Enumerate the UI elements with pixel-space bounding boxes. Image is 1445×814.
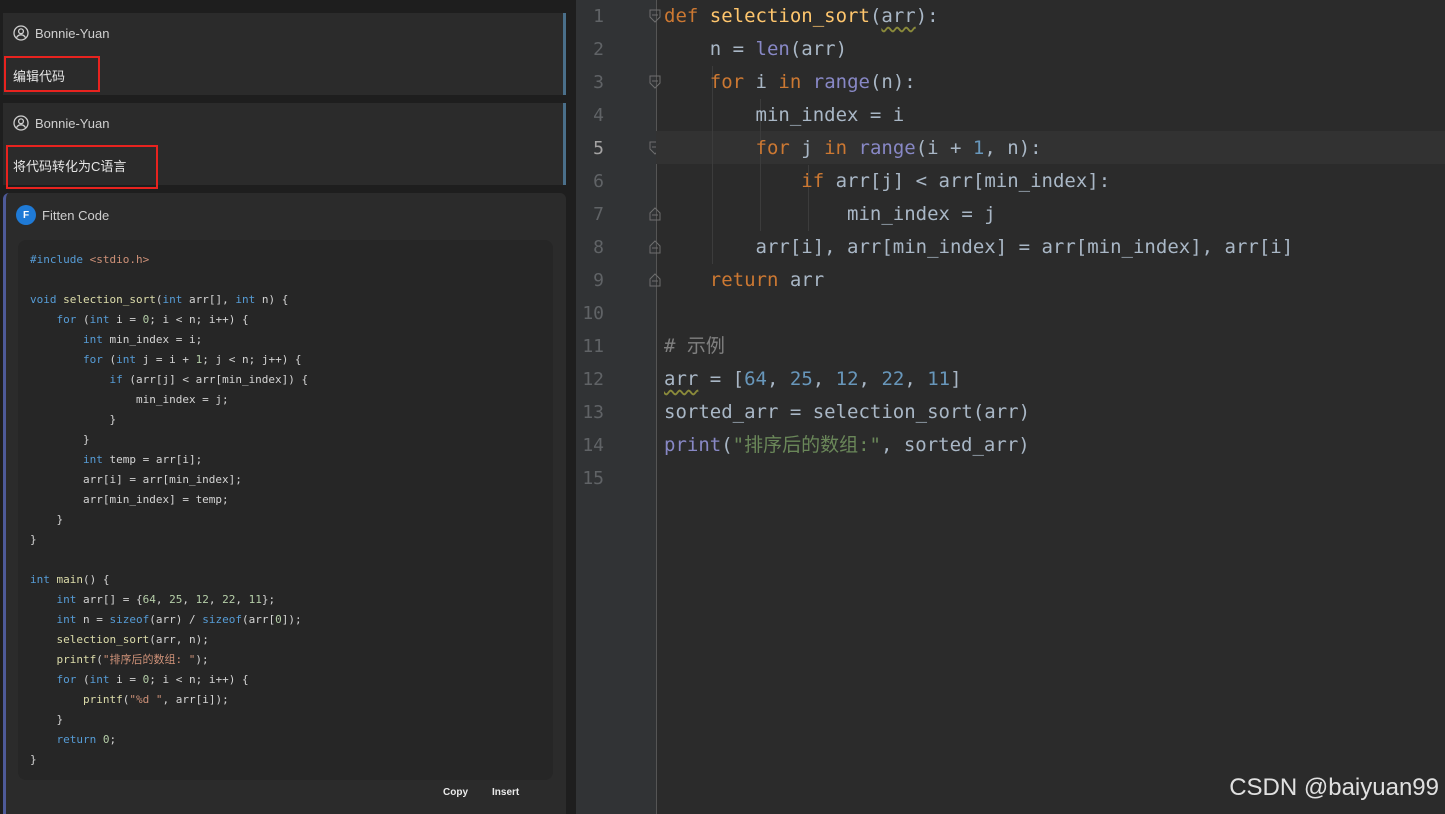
line-number: 10 bbox=[582, 303, 604, 324]
user-avatar-icon bbox=[13, 25, 29, 41]
message-author: Bonnie-Yuan bbox=[13, 115, 109, 131]
fold-close-icon[interactable] bbox=[648, 240, 662, 254]
code-line: int main() { bbox=[30, 573, 110, 586]
line-number: 7 bbox=[593, 204, 604, 225]
line-number: 9 bbox=[593, 270, 604, 291]
code-line: int n = sizeof(arr) / sizeof(arr[0]); bbox=[56, 613, 302, 626]
fitten-logo-icon: F bbox=[16, 205, 36, 225]
editor-line[interactable]: def selection_sort(arr): bbox=[664, 0, 939, 33]
fold-close-icon[interactable] bbox=[648, 273, 662, 287]
editor-line[interactable]: min_index = i bbox=[664, 99, 905, 132]
message-author: Bonnie-Yuan bbox=[13, 25, 109, 41]
code-line: int temp = arr[i]; bbox=[82, 453, 203, 466]
line-number: 2 bbox=[593, 39, 604, 60]
watermark: CSDN @baiyuan99 bbox=[1229, 774, 1439, 801]
chat-panel: Bonnie-Yuan 编辑代码 Bonnie-Yuan 将代码转化为C语言 F… bbox=[0, 0, 576, 814]
copy-button[interactable]: Copy bbox=[437, 785, 474, 800]
code-line: void selection_sort(int arr[], int n) { bbox=[30, 293, 289, 306]
code-editor[interactable]: 1 2 3 4 5 6 7 8 9 10 11 12 13 14 15 def … bbox=[576, 0, 1445, 814]
code-line: printf("排序后的数组: "); bbox=[56, 653, 209, 666]
editor-line[interactable]: if arr[j] < arr[min_index]: bbox=[664, 165, 1110, 198]
line-gutter: 1 2 3 4 5 6 7 8 9 10 11 12 13 14 15 bbox=[576, 0, 657, 814]
line-number: 4 bbox=[593, 105, 604, 126]
author-name: Bonnie-Yuan bbox=[35, 115, 110, 131]
code-line: } bbox=[30, 513, 64, 526]
line-number: 6 bbox=[593, 171, 604, 192]
editor-line[interactable]: print("排序后的数组:", sorted_arr) bbox=[664, 429, 1030, 462]
code-line: } bbox=[30, 713, 64, 726]
chat-message-assistant: F Fitten Code #include <stdio.h> void se… bbox=[3, 193, 566, 814]
fold-close-icon[interactable] bbox=[648, 207, 662, 221]
line-number: 8 bbox=[593, 237, 604, 258]
editor-line[interactable]: arr[i], arr[min_index] = arr[min_index],… bbox=[664, 231, 1294, 264]
line-number: 11 bbox=[582, 336, 604, 357]
author-name: Bonnie-Yuan bbox=[35, 25, 110, 41]
code-line: for (int i = 0; i < n; i++) { bbox=[56, 313, 249, 326]
code-line: int arr[] = {64, 25, 12, 22, 11}; bbox=[56, 593, 276, 606]
line-number: 15 bbox=[582, 468, 604, 489]
code-line: } bbox=[30, 433, 90, 446]
fold-open-icon[interactable] bbox=[648, 9, 662, 23]
user-avatar-icon bbox=[13, 115, 29, 131]
code-line: #include <stdio.h> bbox=[30, 253, 150, 266]
editor-line[interactable]: min_index = j bbox=[664, 198, 996, 231]
fold-open-icon[interactable] bbox=[648, 75, 662, 89]
code-line: } bbox=[30, 753, 37, 766]
author-name: Fitten Code bbox=[42, 207, 110, 223]
code-block: #include <stdio.h> void selection_sort(i… bbox=[18, 240, 553, 780]
editor-line[interactable]: for i in range(n): bbox=[664, 66, 916, 99]
line-number: 1 bbox=[593, 6, 604, 27]
line-number-active: 5 bbox=[593, 138, 604, 159]
line-number: 12 bbox=[582, 369, 604, 390]
editor-line[interactable]: # 示例 bbox=[664, 330, 725, 363]
editor-line[interactable]: for j in range(i + 1, n): bbox=[664, 132, 1042, 165]
editor-line[interactable]: n = len(arr) bbox=[664, 33, 847, 66]
code-line: printf("%d ", arr[i]); bbox=[82, 693, 229, 706]
insert-button[interactable]: Insert bbox=[486, 785, 526, 800]
highlight-box bbox=[4, 56, 100, 92]
code-line: int min_index = i; bbox=[82, 333, 203, 346]
code-line: } bbox=[30, 533, 37, 546]
code-line: arr[i] = arr[min_index]; bbox=[30, 473, 242, 486]
line-number: 3 bbox=[593, 72, 604, 93]
code-line: selection_sort(arr, n); bbox=[56, 633, 209, 646]
code-line: arr[min_index] = temp; bbox=[30, 493, 229, 506]
code-line: if (arr[j] < arr[min_index]) { bbox=[109, 373, 309, 386]
message-author: F Fitten Code bbox=[16, 205, 109, 225]
line-number: 13 bbox=[582, 402, 604, 423]
code-line: for (int j = i + 1; j < n; j++) { bbox=[82, 353, 302, 366]
editor-line[interactable]: arr = [64, 25, 12, 22, 11] bbox=[664, 363, 962, 396]
highlight-box bbox=[6, 145, 158, 189]
code-line: for (int i = 0; i < n; i++) { bbox=[56, 673, 249, 686]
line-number: 14 bbox=[582, 435, 604, 456]
editor-line[interactable]: return arr bbox=[664, 264, 824, 297]
code-line: min_index = j; bbox=[30, 393, 229, 406]
editor-line[interactable]: sorted_arr = selection_sort(arr) bbox=[664, 396, 1030, 429]
code-line: return 0; bbox=[56, 733, 117, 746]
code-line: } bbox=[30, 413, 117, 426]
